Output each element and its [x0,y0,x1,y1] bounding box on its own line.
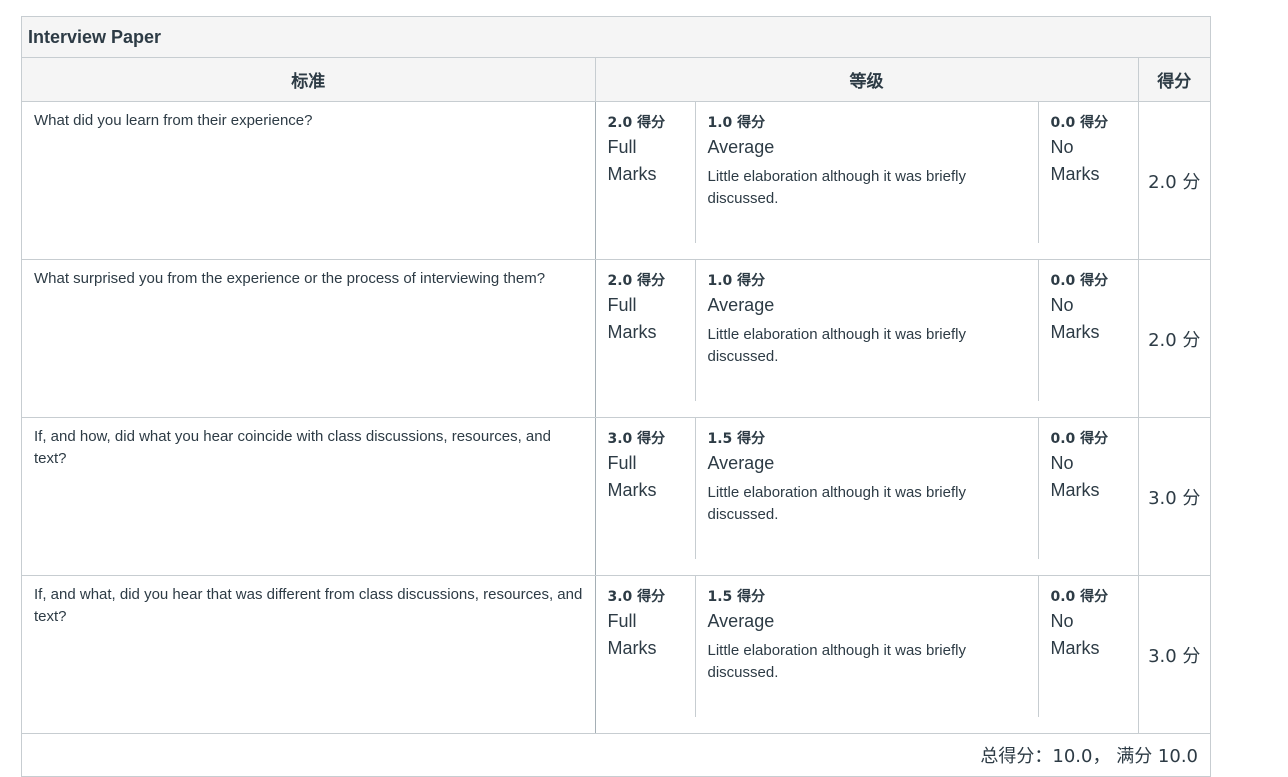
criterion-description: If, and how, did what you hear coincide … [22,417,596,576]
rating-description: Little elaboration although it was brief… [707,642,967,681]
rating-name: Average [707,295,775,315]
rating-name: Full Marks [607,453,657,500]
criterion-row: If, and how, did what you hear coincide … [22,417,1210,576]
rating-no-marks[interactable]: 0.0 得分 No Marks [1039,418,1138,559]
criterion-ratings: 2.0 得分 Full Marks 1.0 得分 Average Little … [595,259,1138,418]
criterion-description: If, and what, did you hear that was diff… [22,575,596,734]
criterion-row: If, and what, did you hear that was diff… [22,575,1210,734]
rating-name: Average [707,137,775,157]
criterion-description: What did you learn from their experience… [22,101,596,260]
ratings-header: 等级 [595,58,1139,102]
rating-name: No Marks [1050,453,1100,500]
criterion-description: What surprised you from the experience o… [22,259,596,418]
rating-average[interactable]: 1.5 得分 Average Little elaboration althou… [696,576,1039,717]
rating-points: 1.0 得分 [707,273,766,289]
rating-full-marks[interactable]: 3.0 得分 Full Marks [596,576,696,717]
rating-description: Little elaboration although it was brief… [707,484,967,523]
rating-name: No Marks [1050,295,1100,342]
rating-points: 1.5 得分 [707,589,766,605]
rating-points: 2.0 得分 [607,115,666,131]
rating-average[interactable]: 1.0 得分 Average Little elaboration althou… [696,102,1039,243]
header-row: 标准 等级 得分 [22,58,1210,102]
criterion-ratings: 3.0 得分 Full Marks 1.5 得分 Average Little … [595,575,1138,734]
rubric-table: 标准 等级 得分 What did you learn from their e… [22,58,1210,734]
rating-points: 0.0 得分 [1050,589,1109,605]
rating-name: No Marks [1050,611,1100,658]
rating-points: 0.0 得分 [1050,273,1109,289]
rating-points: 0.0 得分 [1050,115,1109,131]
rating-full-marks[interactable]: 2.0 得分 Full Marks [596,260,696,401]
criterion-score: 2.0 分 [1137,259,1210,418]
rating-no-marks[interactable]: 0.0 得分 No Marks [1039,576,1138,717]
criterion-row: What surprised you from the experience o… [22,259,1210,418]
criterion-score: 3.0 分 [1137,417,1210,576]
criterion-score: 3.0 分 [1137,575,1210,734]
rating-points: 1.0 得分 [707,115,766,131]
rating-average[interactable]: 1.0 得分 Average Little elaboration althou… [696,260,1039,401]
rating-points: 3.0 得分 [607,589,666,605]
rating-average[interactable]: 1.5 得分 Average Little elaboration althou… [696,418,1039,559]
rubric-table-container: Interview Paper 标准 等级 得分 What did you le… [21,16,1211,777]
criterion-score: 2.0 分 [1137,101,1210,260]
rating-name: Full Marks [607,611,657,658]
rating-name: No Marks [1050,137,1100,184]
rating-points: 0.0 得分 [1050,431,1109,447]
rating-no-marks[interactable]: 0.0 得分 No Marks [1039,260,1138,401]
rating-name: Average [707,453,775,473]
criteria-header: 标准 [22,58,596,102]
rating-points: 3.0 得分 [607,431,666,447]
criterion-ratings: 3.0 得分 Full Marks 1.5 得分 Average Little … [595,417,1138,576]
rubric-title: Interview Paper [22,17,1210,58]
rating-full-marks[interactable]: 3.0 得分 Full Marks [596,418,696,559]
criterion-row: What did you learn from their experience… [22,101,1210,260]
rating-name: Average [707,611,775,631]
rating-name: Full Marks [607,137,657,184]
rating-points: 2.0 得分 [607,273,666,289]
total-points: 总得分：10.0， 满分 10.0 [980,746,1198,767]
rating-description: Little elaboration although it was brief… [707,168,967,207]
rating-description: Little elaboration although it was brief… [707,326,967,365]
rating-points: 1.5 得分 [707,431,766,447]
rating-full-marks[interactable]: 2.0 得分 Full Marks [596,102,696,243]
points-header: 得分 [1138,58,1210,102]
rating-name: Full Marks [607,295,657,342]
criterion-ratings: 2.0 得分 Full Marks 1.0 得分 Average Little … [595,101,1138,260]
rating-no-marks[interactable]: 0.0 得分 No Marks [1039,102,1138,243]
